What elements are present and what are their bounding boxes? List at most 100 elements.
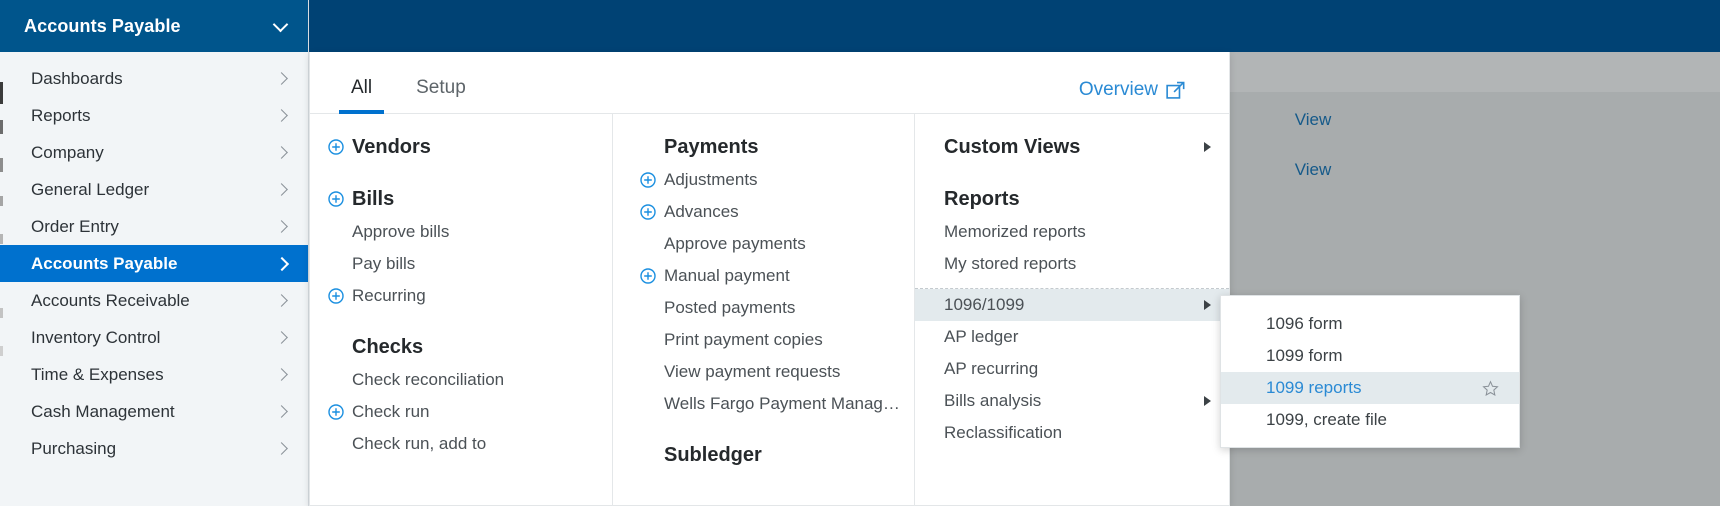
- edge-marker: [0, 308, 3, 318]
- sidebar-item-company[interactable]: Company: [0, 134, 308, 171]
- group-heading-vendors[interactable]: Vendors: [328, 130, 612, 164]
- sidebar-item-inventory-control[interactable]: Inventory Control: [0, 319, 308, 356]
- menu-item-check-run-add-to[interactable]: Check run, add to: [328, 428, 612, 460]
- plus-circle-icon[interactable]: [328, 404, 344, 420]
- submenu-item-1099-form[interactable]: 1099 form: [1221, 340, 1519, 372]
- sidebar: Accounts Payable Dashboards Reports Comp…: [0, 0, 309, 506]
- submenu-item-label: 1099 form: [1266, 346, 1343, 365]
- star-outline-icon[interactable]: [1482, 379, 1499, 397]
- menu-item-1096-1099[interactable]: 1096/1099: [915, 289, 1229, 321]
- submenu-item-1099-create-file[interactable]: 1099, create file: [1221, 404, 1519, 436]
- menu-item-ap-ledger[interactable]: AP ledger: [915, 321, 1229, 353]
- chevron-down-icon[interactable]: [274, 19, 288, 33]
- sidebar-item-label: Company: [31, 142, 104, 162]
- edge-marker: [0, 196, 3, 206]
- menu-item-label: Advances: [664, 202, 739, 221]
- menu-item-label: Memorized reports: [944, 222, 1086, 241]
- plus-circle-icon[interactable]: [328, 288, 344, 304]
- mega-column-payments-subledger: Payments Adjustments Advances Approve pa…: [612, 114, 914, 506]
- menu-item-label: Pay bills: [352, 254, 416, 273]
- group-heading-bills[interactable]: Bills: [328, 182, 612, 216]
- sidebar-item-accounts-payable[interactable]: Accounts Payable: [0, 245, 308, 282]
- chevron-right-icon: [276, 258, 288, 270]
- sidebar-item-accounts-receivable[interactable]: Accounts Receivable: [0, 282, 308, 319]
- menu-item-approve-bills[interactable]: Approve bills: [328, 216, 612, 248]
- menu-item-adjustments[interactable]: Adjustments: [640, 164, 914, 196]
- plus-circle-icon[interactable]: [640, 204, 656, 220]
- sidebar-item-label: General Ledger: [31, 179, 150, 199]
- menu-item-reclassification[interactable]: Reclassification: [915, 417, 1229, 449]
- submenu-item-label: 1096 form: [1266, 314, 1343, 333]
- chevron-right-icon: [276, 73, 288, 85]
- menu-item-label: Recurring: [352, 286, 426, 305]
- chevron-right-icon: [276, 110, 288, 122]
- menu-item-my-stored-reports[interactable]: My stored reports: [915, 248, 1229, 280]
- mega-menu-tab-bar: All Setup Overview: [310, 52, 1229, 114]
- group-heading-custom-views[interactable]: Custom Views: [915, 130, 1229, 164]
- menu-item-ap-recurring[interactable]: AP recurring: [915, 353, 1229, 385]
- sidebar-item-order-entry[interactable]: Order Entry: [0, 208, 308, 245]
- sidebar-item-label: Accounts Receivable: [31, 290, 190, 310]
- sidebar-item-label: Inventory Control: [31, 327, 161, 347]
- plus-circle-icon[interactable]: [640, 268, 656, 284]
- tab-all[interactable]: All: [329, 77, 394, 114]
- sidebar-item-time-expenses[interactable]: Time & Expenses: [0, 356, 308, 393]
- chevron-right-icon: [276, 443, 288, 455]
- menu-item-pay-bills[interactable]: Pay bills: [328, 248, 612, 280]
- sidebar-item-label: Cash Management: [31, 401, 175, 421]
- submenu-item-label: 1099 reports: [1266, 378, 1362, 397]
- group-heading-label: Bills: [352, 187, 395, 210]
- sidebar-item-label: Time & Expenses: [31, 364, 164, 384]
- group-heading-checks: Checks: [328, 330, 612, 364]
- sidebar-item-label: Order Entry: [31, 216, 119, 236]
- plus-circle-icon[interactable]: [640, 172, 656, 188]
- overview-link[interactable]: Overview: [1079, 79, 1185, 101]
- mega-column-vendors-bills-checks: Vendors Bills Approve bills Pay bills Re…: [310, 114, 612, 506]
- menu-item-memorized-reports[interactable]: Memorized reports: [915, 216, 1229, 248]
- sidebar-item-reports[interactable]: Reports: [0, 97, 308, 134]
- sidebar-item-cash-management[interactable]: Cash Management: [0, 393, 308, 430]
- triangle-right-icon: [1204, 396, 1211, 406]
- tab-setup[interactable]: Setup: [394, 77, 488, 113]
- submenu-item-1099-reports[interactable]: 1099 reports: [1221, 372, 1519, 404]
- menu-item-view-payment-requests[interactable]: View payment requests: [640, 356, 914, 388]
- menu-item-recurring[interactable]: Recurring: [328, 280, 612, 312]
- menu-item-approve-payments[interactable]: Approve payments: [640, 228, 914, 260]
- sidebar-header[interactable]: Accounts Payable: [0, 0, 308, 52]
- sidebar-item-general-ledger[interactable]: General Ledger: [0, 171, 308, 208]
- menu-item-label: Check reconciliation: [352, 370, 505, 389]
- sidebar-item-purchasing[interactable]: Purchasing: [0, 430, 308, 467]
- mega-menu-columns: Vendors Bills Approve bills Pay bills Re…: [310, 114, 1229, 506]
- menu-item-label: Check run, add to: [352, 434, 487, 453]
- menu-item-check-reconciliation[interactable]: Check reconciliation: [328, 364, 612, 396]
- menu-item-manual-payment[interactable]: Manual payment: [640, 260, 914, 292]
- submenu-item-1096-form[interactable]: 1096 form: [1221, 308, 1519, 340]
- group-heading-subledger: Subledger: [640, 438, 914, 472]
- menu-item-label: AP recurring: [944, 359, 1039, 378]
- sidebar-item-dashboards[interactable]: Dashboards: [0, 60, 308, 97]
- menu-item-advances[interactable]: Advances: [640, 196, 914, 228]
- mega-menu-panel: All Setup Overview Vendors Bills Approve…: [309, 52, 1230, 506]
- background-view-link[interactable]: View: [1253, 110, 1373, 130]
- plus-circle-icon[interactable]: [328, 139, 344, 155]
- edge-marker: [0, 234, 3, 244]
- group-heading-label: Checks: [352, 335, 424, 358]
- chevron-right-icon: [276, 369, 288, 381]
- menu-item-label: Wells Fargo Payment Manag…: [664, 394, 900, 413]
- menu-item-check-run[interactable]: Check run: [328, 396, 612, 428]
- group-heading-label: Reports: [944, 187, 1020, 210]
- group-heading-label: Payments: [664, 135, 759, 158]
- menu-item-bills-analysis[interactable]: Bills analysis: [915, 385, 1229, 417]
- menu-item-label: Check run: [352, 402, 430, 421]
- menu-item-wells-fargo-payment-manager[interactable]: Wells Fargo Payment Manag…: [640, 388, 914, 420]
- menu-item-label: AP ledger: [944, 327, 1019, 346]
- background-view-link[interactable]: View: [1253, 160, 1373, 180]
- sidebar-item-label: Dashboards: [31, 68, 123, 88]
- chevron-right-icon: [276, 147, 288, 159]
- plus-circle-icon[interactable]: [328, 191, 344, 207]
- menu-item-print-payment-copies[interactable]: Print payment copies: [640, 324, 914, 356]
- menu-item-posted-payments[interactable]: Posted payments: [640, 292, 914, 324]
- submenu-1096-1099: 1096 form 1099 form 1099 reports 1099, c…: [1220, 295, 1520, 448]
